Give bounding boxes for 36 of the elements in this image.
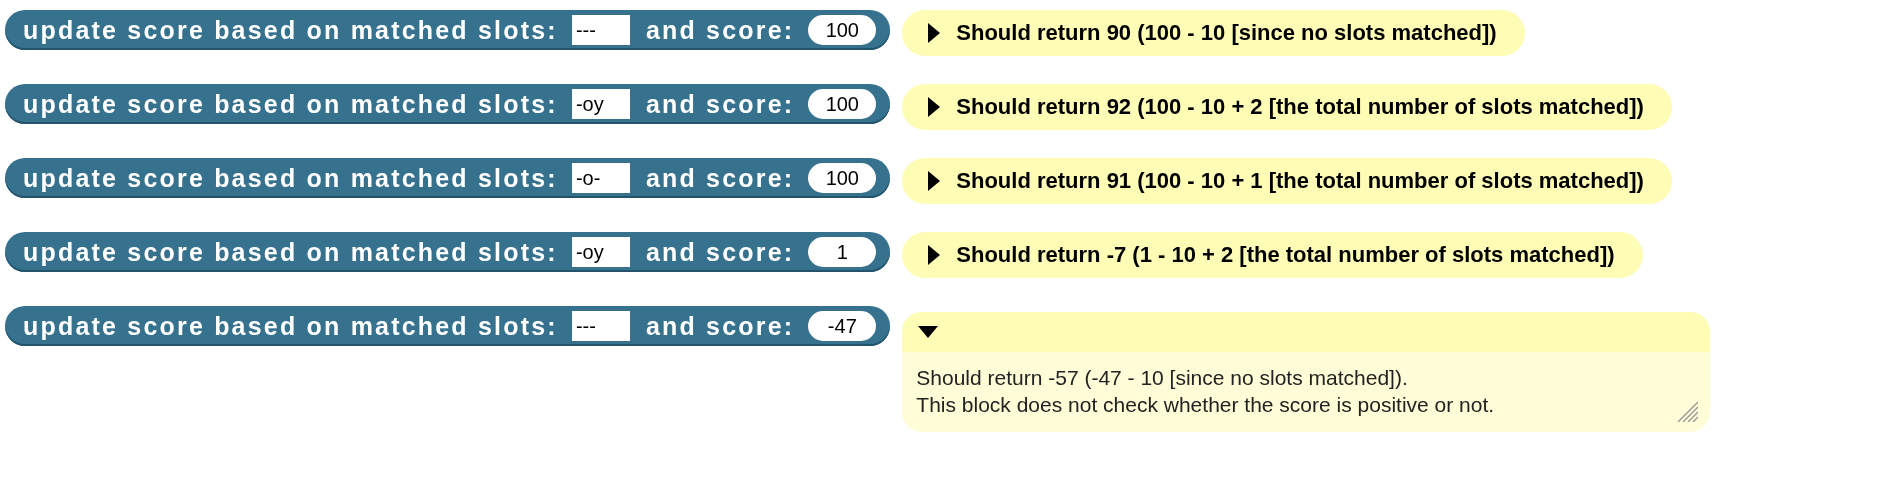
expand-triangle-icon[interactable] [928,97,941,117]
command-block[interactable]: update score based on matched slots: --- and score: 100 [5,10,891,50]
text-slot[interactable]: -oy [571,237,630,267]
block-label: and score: [645,163,795,193]
command-block[interactable]: update score based on matched slots: -o- and score: 100 [5,158,891,198]
comment-text: Should return 90 (100 - 10 [since no slots matched]) [956,20,1497,46]
expand-triangle-icon[interactable] [928,23,941,43]
text-slot[interactable]: --- [571,15,630,45]
number-slot[interactable]: 1 [808,237,877,267]
block-label: update score based on matched slots: [23,15,558,45]
comment-text: Should return 91 (100 - 10 + 1 [the total number of slots matched]) [956,168,1644,194]
collapse-triangle-icon[interactable] [918,326,939,338]
block-label: and score: [645,89,795,119]
block-label: update score based on matched slots: [23,89,558,119]
block-label: and score: [645,15,795,45]
comment-text: This block does not check whether the score is positive or not. [916,392,1495,418]
expand-triangle-icon[interactable] [928,171,941,191]
block-label: and score: [645,311,795,341]
block-label: update score based on matched slots: [23,237,558,267]
expand-triangle-icon[interactable] [928,245,941,265]
block-label: and score: [645,237,795,267]
number-slot[interactable]: -47 [808,311,877,341]
number-slot[interactable]: 100 [808,15,877,45]
block-label: update score based on matched slots: [23,311,558,341]
command-block[interactable]: update score based on matched slots: -oy and score: 1 [5,232,891,272]
text-slot[interactable]: --- [571,311,630,341]
number-slot[interactable]: 100 [808,163,877,193]
block-label: update score based on matched slots: [23,163,558,193]
number-slot[interactable]: 100 [808,89,877,119]
text-slot[interactable]: -o- [571,163,630,193]
text-slot[interactable]: -oy [571,89,630,119]
comment-text: Should return -57 (-47 - 10 [since no slots matched]). [916,365,1408,391]
command-block[interactable]: update score based on matched slots: -oy and score: 100 [5,84,891,124]
comment-text: Should return 92 (100 - 10 + 2 [the total number of slots matched]) [956,94,1644,120]
command-block[interactable]: update score based on matched slots: --- and score: -47 [5,306,891,346]
comment-text: Should return -7 (1 - 10 + 2 [the total number of slots matched]) [956,242,1615,268]
